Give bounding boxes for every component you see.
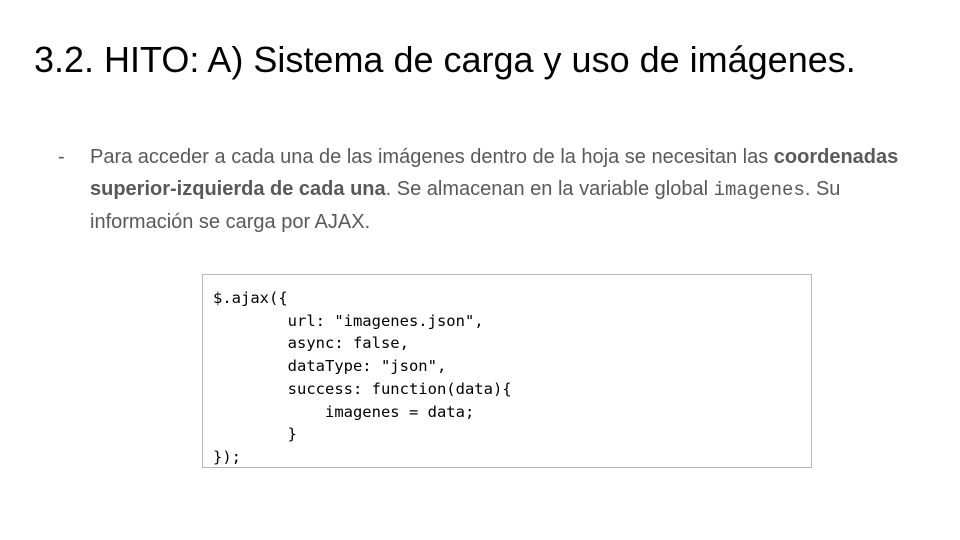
bullet-text: Para acceder a cada una de las imágenes …: [90, 141, 938, 238]
bullet-marker: -: [58, 146, 65, 168]
code-content: $.ajax({ url: "imagenes.json", async: fa…: [213, 289, 512, 466]
bullet-text-part-2: . Se almacenan en la variable global: [385, 178, 714, 200]
bullet-list: - Para acceder a cada una de las imágene…: [58, 141, 938, 238]
code-block: $.ajax({ url: "imagenes.json", async: fa…: [202, 274, 812, 468]
inline-code-variable: imagenes: [713, 179, 805, 201]
bullet-text-part-1: Para acceder a cada una de las imágenes …: [90, 146, 774, 168]
bullet-item: - Para acceder a cada una de las imágene…: [58, 141, 938, 238]
slide-title: 3.2. HITO: A) Sistema de carga y uso de …: [34, 39, 856, 80]
